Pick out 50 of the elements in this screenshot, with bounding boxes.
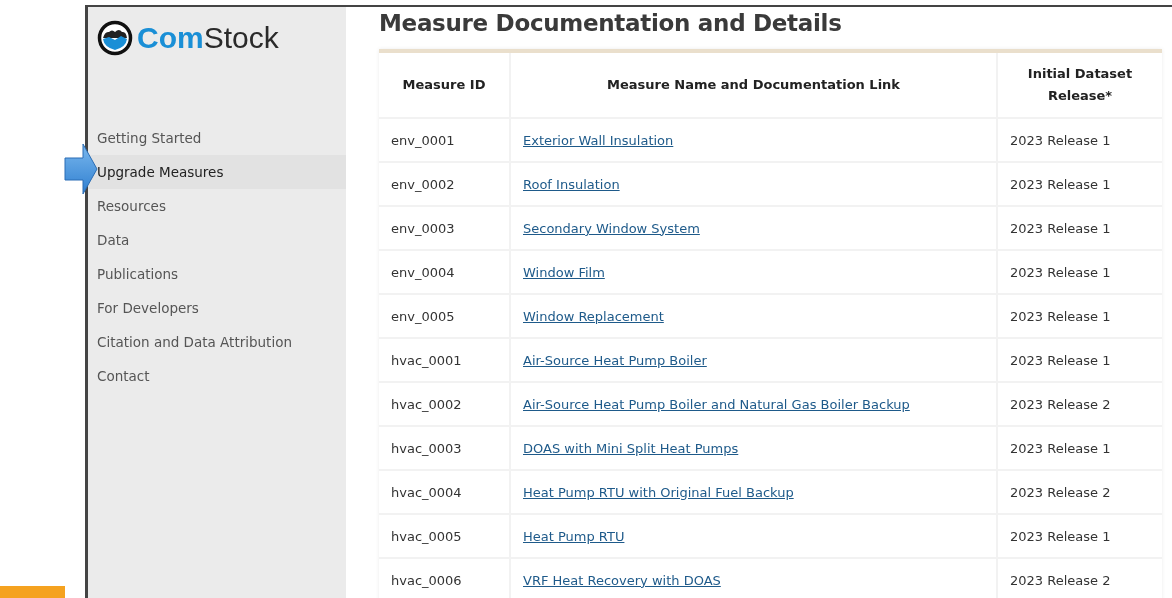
table-cell: 2023 Release 1 bbox=[997, 118, 1162, 162]
table-cell: env_0005 bbox=[379, 294, 510, 338]
sidebar-item[interactable]: Upgrade Measures bbox=[88, 155, 346, 189]
sidebar-item[interactable]: For Developers bbox=[88, 291, 346, 325]
table-cell: hvac_0003 bbox=[379, 426, 510, 470]
sidebar-item[interactable]: Citation and Data Attribution bbox=[88, 325, 346, 359]
table-cell: env_0002 bbox=[379, 162, 510, 206]
table-cell: env_0004 bbox=[379, 250, 510, 294]
sidebar-item[interactable]: Resources bbox=[88, 189, 346, 223]
table-cell: 2023 Release 1 bbox=[997, 294, 1162, 338]
documentation-link[interactable]: Roof Insulation bbox=[523, 176, 620, 192]
documentation-link[interactable]: Heat Pump RTU bbox=[523, 528, 625, 544]
documentation-link[interactable]: VRF Heat Recovery with DOAS bbox=[523, 572, 721, 588]
table-cell: 2023 Release 1 bbox=[997, 162, 1162, 206]
documentation-link[interactable]: Window Replacement bbox=[523, 308, 664, 324]
documentation-link[interactable]: Secondary Window System bbox=[523, 220, 700, 236]
documentation-link[interactable]: Heat Pump RTU with Original Fuel Backup bbox=[523, 484, 794, 500]
logo-text: ComStock bbox=[137, 23, 279, 53]
table-cell: hvac_0004 bbox=[379, 470, 510, 514]
documentation-link[interactable]: Exterior Wall Insulation bbox=[523, 132, 674, 148]
logo[interactable]: ComStock bbox=[88, 7, 346, 59]
arrow-icon bbox=[64, 143, 98, 195]
table-cell: hvac_0001 bbox=[379, 338, 510, 382]
corner-block bbox=[0, 586, 65, 598]
documentation-link[interactable]: Window Film bbox=[523, 264, 605, 280]
column-header: Initial Dataset Release* bbox=[997, 53, 1162, 118]
documentation-link[interactable]: Air-Source Heat Pump Boiler and Natural Gas Boiler Backup bbox=[523, 396, 910, 412]
table-cell: 2023 Release 2 bbox=[997, 470, 1162, 514]
documentation-link[interactable]: Air-Source Heat Pump Boiler bbox=[523, 352, 707, 368]
sidebar-item[interactable]: Contact bbox=[88, 359, 346, 393]
page-title: Measure Documentation and Details bbox=[379, 10, 843, 36]
table-cell: hvac_0005 bbox=[379, 514, 510, 558]
table-cell: 2023 Release 1 bbox=[997, 206, 1162, 250]
logo-icon bbox=[97, 20, 133, 56]
table-cell: 2023 Release 2 bbox=[997, 558, 1162, 598]
table-cell: 2023 Release 2 bbox=[997, 382, 1162, 426]
documentation-link[interactable]: DOAS with Mini Split Heat Pumps bbox=[523, 440, 739, 456]
table-cell: hvac_0006 bbox=[379, 558, 510, 598]
table-cell: hvac_0002 bbox=[379, 382, 510, 426]
sidebar-item[interactable]: Publications bbox=[88, 257, 346, 291]
table-cell: env_0003 bbox=[379, 206, 510, 250]
table-cell: 2023 Release 1 bbox=[997, 250, 1162, 294]
sidebar-item[interactable]: Data bbox=[88, 223, 346, 257]
table-cell: 2023 Release 1 bbox=[997, 426, 1162, 470]
table-cell: 2023 Release 1 bbox=[997, 338, 1162, 382]
sidebar-item[interactable]: Getting Started bbox=[88, 121, 346, 155]
table-cell: env_0001 bbox=[379, 118, 510, 162]
column-header: Measure ID bbox=[379, 53, 510, 118]
column-header: Measure Name and Documentation Link bbox=[510, 53, 997, 118]
table-cell: 2023 Release 1 bbox=[997, 514, 1162, 558]
